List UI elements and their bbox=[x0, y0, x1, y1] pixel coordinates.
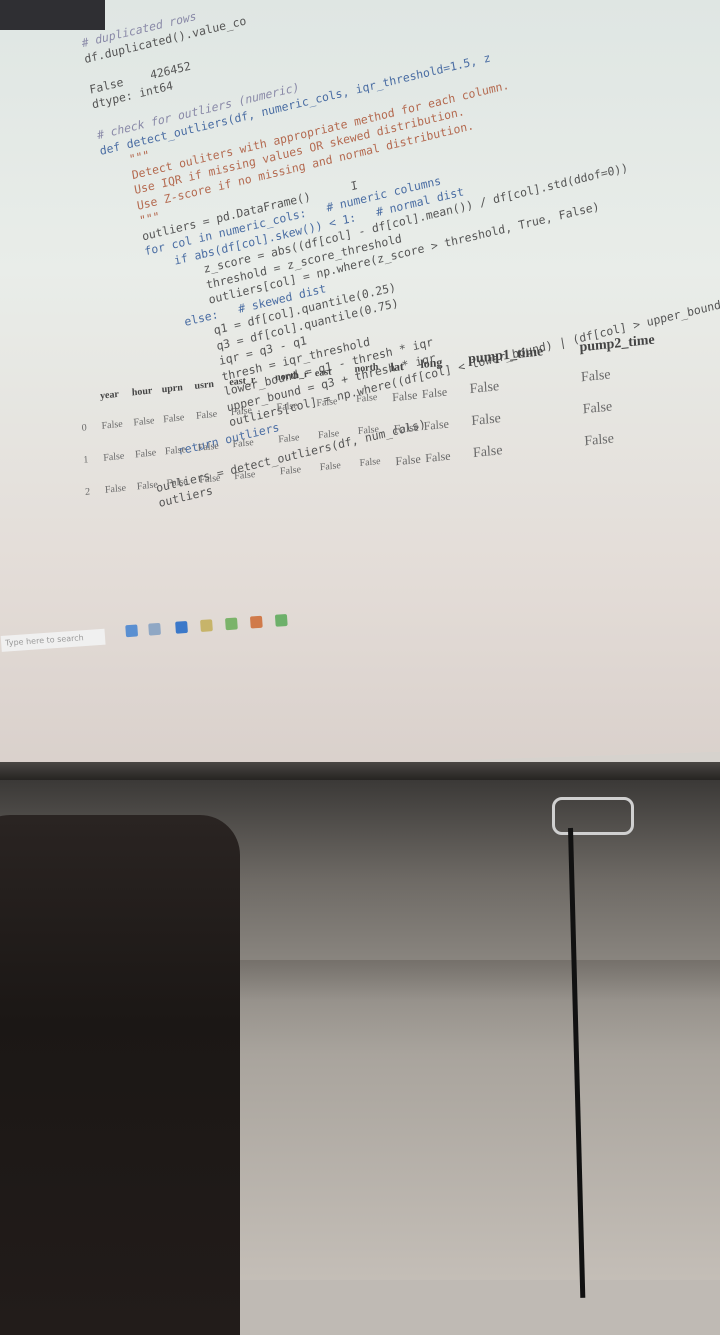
column-header: east_r bbox=[229, 374, 256, 389]
table-cell: False bbox=[134, 447, 157, 461]
table-cell: False bbox=[199, 472, 221, 486]
column-header: long bbox=[420, 354, 443, 372]
table-cell: False bbox=[580, 367, 611, 386]
table-cell: False bbox=[319, 460, 342, 474]
task-view-icon[interactable] bbox=[125, 624, 139, 638]
table-cell: False bbox=[164, 444, 187, 458]
row-index: 0 bbox=[81, 422, 88, 434]
column-header: usrn bbox=[194, 378, 215, 392]
column-header: lat bbox=[390, 358, 405, 375]
table-cell: False bbox=[101, 418, 123, 432]
table-cell: False bbox=[582, 399, 613, 418]
column-header: year bbox=[99, 388, 120, 402]
table-cell: False bbox=[233, 469, 256, 483]
table-cell: False bbox=[317, 428, 340, 442]
column-header: north_r bbox=[274, 368, 309, 384]
chair-back bbox=[0, 815, 240, 1335]
edge-icon[interactable] bbox=[175, 620, 188, 634]
table-cell: False bbox=[355, 391, 378, 406]
column-header: north bbox=[354, 361, 379, 376]
file-explorer-icon[interactable] bbox=[148, 622, 162, 636]
table-cell: False bbox=[278, 432, 300, 446]
table-cell: False bbox=[393, 419, 420, 437]
table-cell: False bbox=[133, 415, 155, 429]
folder-icon[interactable] bbox=[200, 619, 213, 632]
table-cell: False bbox=[471, 411, 502, 430]
row-index: 2 bbox=[84, 486, 91, 498]
cable-hook bbox=[552, 797, 634, 835]
column-header: east bbox=[314, 366, 332, 380]
table-cell: False bbox=[391, 387, 418, 405]
table-cell: False bbox=[357, 423, 380, 438]
table-cell: False bbox=[469, 379, 500, 398]
table-cell: False bbox=[166, 476, 188, 490]
table-cell: False bbox=[584, 431, 615, 450]
taskbar-search-input[interactable]: Type here to search bbox=[0, 628, 106, 652]
table-cell: False bbox=[103, 450, 125, 464]
table-cell: False bbox=[472, 443, 503, 462]
table-cell: False bbox=[195, 408, 218, 422]
table-cell: False bbox=[424, 448, 451, 466]
table-cell: False bbox=[230, 405, 253, 419]
table-cell: False bbox=[104, 482, 127, 496]
row-index: 1 bbox=[83, 454, 89, 466]
table-cell: False bbox=[279, 464, 302, 478]
column-header: uprn bbox=[161, 382, 184, 396]
column-header: hour bbox=[131, 385, 153, 399]
table-cell: False bbox=[232, 437, 254, 451]
table-cell: False bbox=[316, 396, 338, 410]
chrome-icon[interactable] bbox=[249, 615, 263, 629]
table-cell: False bbox=[423, 416, 450, 434]
table-cell: False bbox=[136, 479, 159, 493]
table-cell: False bbox=[276, 400, 298, 414]
excel-icon[interactable] bbox=[274, 613, 288, 627]
table-cell: False bbox=[197, 440, 220, 454]
table-cell: False bbox=[359, 455, 381, 470]
table-cell: False bbox=[421, 384, 448, 402]
app-icon[interactable] bbox=[225, 617, 238, 631]
table-cell: False bbox=[163, 412, 185, 426]
table-cell: False bbox=[395, 451, 422, 469]
